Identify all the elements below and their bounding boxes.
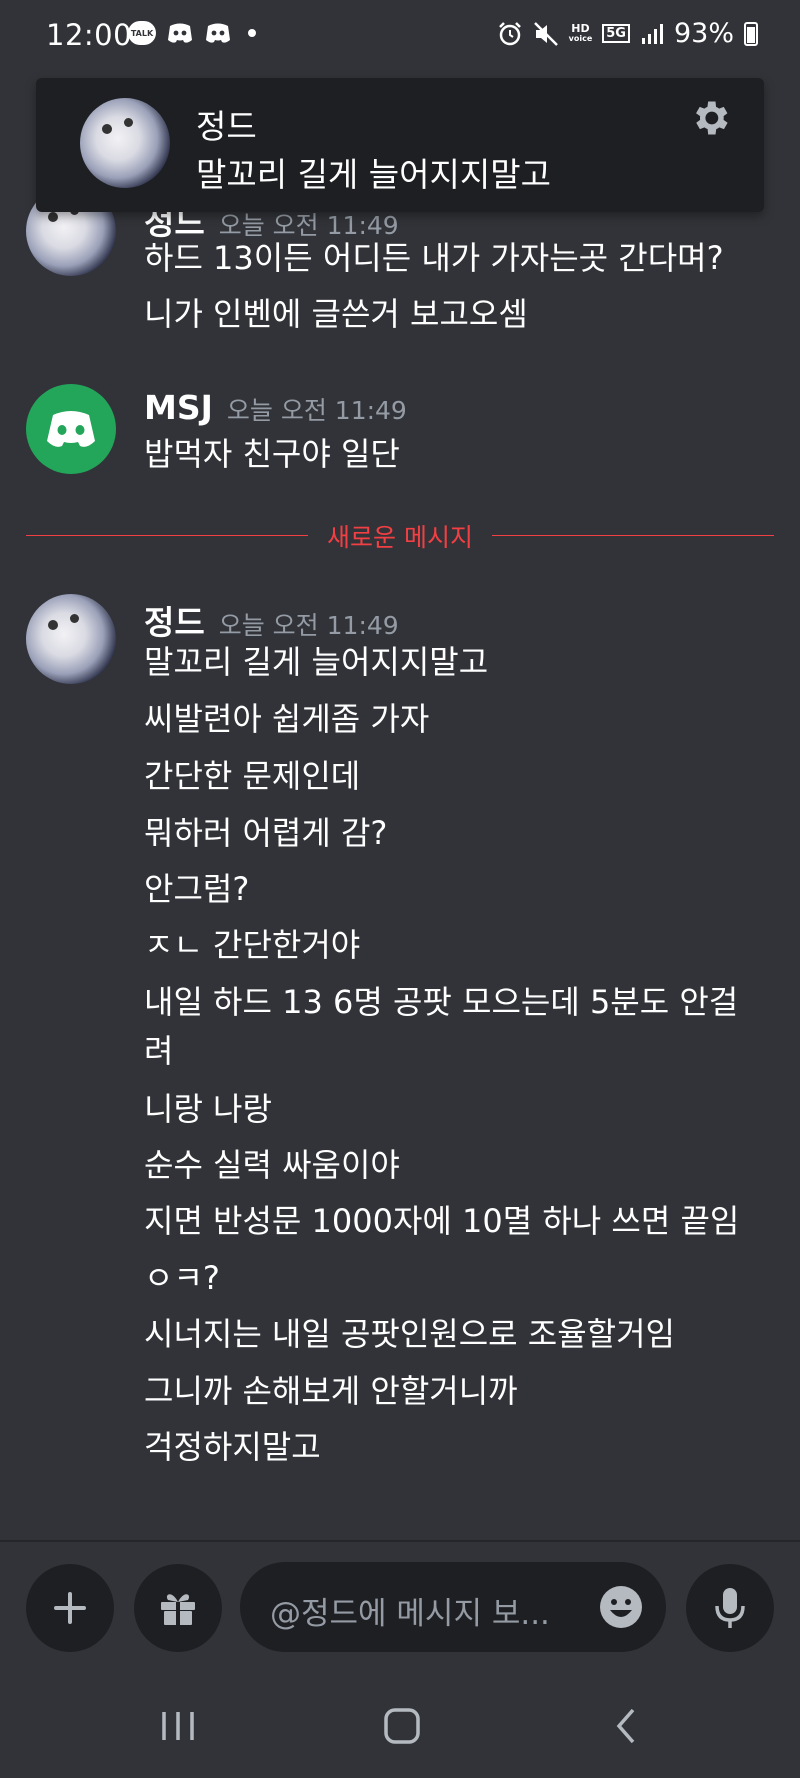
message-author[interactable]: 정드 오늘 오전 11:49 [144, 596, 399, 644]
message-author[interactable]: MSJ 오늘 오전 11:49 [144, 388, 407, 427]
message-composer: @정드에 메시지 보... [0, 1542, 800, 1672]
notification-sender: 정드 [196, 107, 257, 146]
message-line[interactable]: ㅇㅋ? [144, 1254, 764, 1303]
status-bar: 12:00 TALK HD voice 5G 93% [0, 0, 800, 72]
emoji-icon[interactable] [598, 1584, 644, 1630]
avatar[interactable] [26, 384, 116, 474]
message-input-placeholder: @정드에 메시지 보... [270, 1596, 550, 1632]
gift-icon [161, 1594, 195, 1625]
home-button[interactable] [372, 1698, 432, 1754]
plus-icon [54, 1592, 86, 1624]
gift-button[interactable] [134, 1564, 222, 1652]
signal-icon [641, 23, 663, 44]
status-time: 12:00 [46, 18, 133, 52]
new-messages-divider: 새로운 메시지 [26, 518, 774, 552]
settings-gear-icon[interactable] [688, 96, 732, 140]
message-timestamp: 오늘 오전 11:49 [218, 611, 399, 640]
message-line[interactable]: 걱정하지말고 [144, 1423, 764, 1472]
message-line[interactable]: 안그럼? [144, 865, 764, 914]
message-line[interactable]: 간단한 문제인데 [144, 752, 764, 801]
mute-icon [533, 21, 558, 46]
message-line[interactable]: 뭐하러 어렵게 감? [144, 809, 764, 858]
microphone-icon [715, 1588, 745, 1628]
hd-sub-label: voice [568, 33, 593, 43]
voice-message-button[interactable] [686, 1564, 774, 1652]
hd-voice-icon: HD voice [568, 21, 593, 44]
discord-status-icon [168, 23, 192, 43]
message-line[interactable]: 니가 인벤에 글쓴거 보고오셈 [144, 290, 764, 339]
more-notifications-dot-icon [248, 29, 256, 37]
avatar[interactable] [26, 594, 116, 684]
battery-icon [744, 21, 758, 46]
android-nav-bar [0, 1672, 800, 1778]
notification-message: 말꼬리 길게 늘어지지말고 [196, 155, 551, 194]
recent-apps-button[interactable] [148, 1698, 208, 1754]
add-attachment-button[interactable] [26, 1564, 114, 1652]
hd-label: HD [571, 21, 590, 35]
divider-line-right [492, 535, 774, 536]
message-line[interactable]: ㅈㄴ 간단한거야 [144, 921, 764, 970]
status-system-icons: HD voice 5G 93% [497, 18, 758, 49]
message-line[interactable]: 하드 13이든 어디든 내가 가자는곳 간다며? [144, 234, 764, 283]
recent-apps-icon [162, 1712, 194, 1740]
message-line[interactable]: 내일 하드 13 6명 공팟 모으는데 5분도 안걸려 [144, 978, 764, 1076]
network-5g-icon: 5G [602, 24, 630, 43]
status-notification-icons: TALK [128, 20, 256, 46]
home-icon [384, 1708, 420, 1744]
new-messages-label: 새로운 메시지 [327, 523, 473, 552]
message-notification[interactable]: 정드 말꼬리 길게 늘어지지말고 [36, 78, 764, 212]
message-line[interactable]: 시너지는 내일 공팟인원으로 조율할거임 [144, 1310, 764, 1359]
message-line[interactable]: 말꼬리 길게 늘어지지말고 [144, 638, 764, 687]
discord-status-icon-2 [206, 23, 230, 43]
message-line[interactable]: 니랑 나랑 [144, 1085, 764, 1134]
talk-icon: TALK [128, 21, 156, 45]
author-name[interactable]: 정드 [144, 603, 205, 642]
message-line[interactable]: 순수 실력 싸움이야 [144, 1141, 764, 1190]
author-name[interactable]: MSJ [144, 388, 213, 427]
message-line[interactable]: 씨발련아 쉽게좀 가자 [144, 695, 764, 744]
back-icon [616, 1708, 635, 1744]
battery-percent: 93% [673, 18, 734, 49]
message-line[interactable]: 그니까 손해보게 안할거니까 [144, 1367, 764, 1416]
discord-logo-icon [47, 411, 95, 447]
message-line[interactable]: 밥먹자 친구야 일단 [144, 430, 764, 479]
back-button[interactable] [596, 1698, 656, 1754]
message-line[interactable]: 지면 반성문 1000자에 10멸 하나 쓰면 끝임 [144, 1197, 764, 1246]
notification-avatar [80, 98, 170, 188]
message-timestamp: 오늘 오전 11:49 [226, 396, 407, 425]
alarm-icon [498, 21, 521, 45]
message-input[interactable]: @정드에 메시지 보... [240, 1562, 666, 1652]
